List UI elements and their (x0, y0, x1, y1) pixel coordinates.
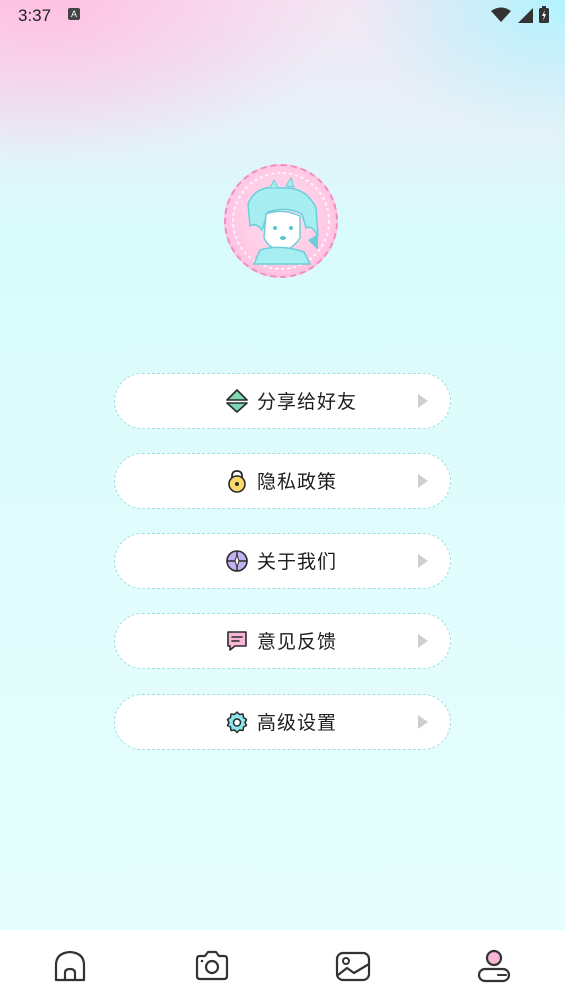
profile-icon (477, 949, 511, 983)
about-us-icon (226, 550, 248, 572)
status-time: 3:37 (18, 6, 52, 25)
status-bar: 3:37 A (0, 0, 565, 32)
avatar-illustration (232, 172, 330, 270)
menu-item-label: 分享给好友 (257, 391, 358, 413)
signal-icon (518, 7, 533, 23)
feedback-icon (227, 631, 247, 651)
camera-icon (195, 950, 229, 981)
menu-item-share[interactable]: 分享给好友 (114, 373, 451, 429)
anime-avatar[interactable] (224, 164, 338, 278)
menu-item-label: 关于我们 (257, 551, 338, 573)
status-icons (491, 6, 549, 23)
nav-gallery[interactable] (333, 946, 373, 986)
home-icon (54, 950, 86, 982)
menu-item-advanced-settings[interactable]: 高级设置 (114, 694, 451, 750)
menu-item-label: 隐私政策 (257, 471, 338, 493)
menu-item-privacy[interactable]: 隐私政策 (114, 453, 451, 509)
nav-home[interactable] (50, 946, 90, 986)
chevron-right-icon (418, 474, 428, 488)
bottom-nav (0, 930, 565, 1004)
menu-item-feedback[interactable]: 意见反馈 (114, 613, 451, 669)
menu-item-label: 高级设置 (257, 712, 338, 734)
chevron-right-icon (418, 394, 428, 408)
notification-icon: A (68, 8, 80, 20)
chevron-right-icon (418, 554, 428, 568)
gallery-icon (335, 951, 371, 982)
nav-profile[interactable] (474, 946, 514, 986)
chevron-right-icon (418, 634, 428, 648)
settings-gear-icon (226, 711, 248, 734)
battery-icon (539, 6, 549, 23)
share-icon (226, 389, 248, 413)
nav-camera[interactable] (192, 946, 232, 986)
chevron-right-icon (418, 715, 428, 729)
privacy-lock-icon (228, 470, 246, 493)
menu-item-about-us[interactable]: 关于我们 (114, 533, 451, 589)
wifi-icon (491, 7, 511, 22)
menu-item-label: 意见反馈 (257, 631, 338, 653)
